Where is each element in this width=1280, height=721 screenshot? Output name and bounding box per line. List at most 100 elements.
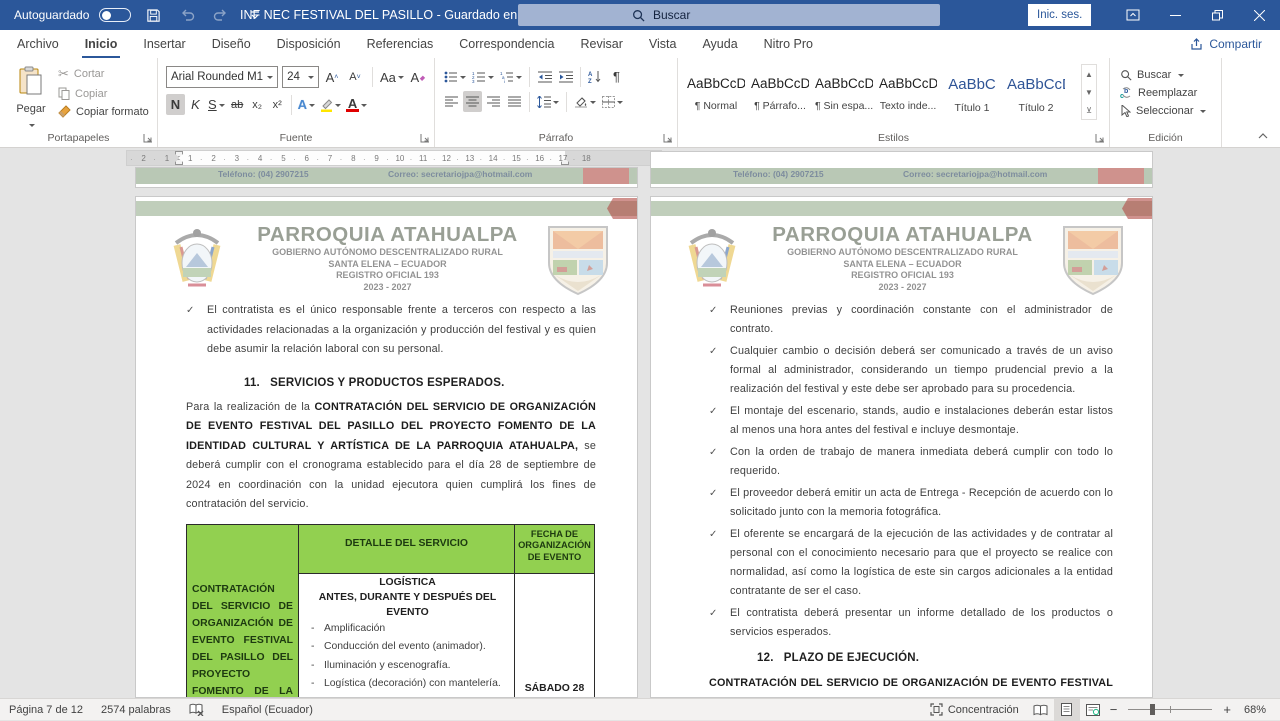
redo-button[interactable] xyxy=(209,3,233,27)
align-right-button[interactable] xyxy=(484,91,503,112)
ruler-mark: 2 xyxy=(132,154,155,163)
subscript-button[interactable]: x₂ xyxy=(248,94,267,115)
style-card[interactable]: AaBbCcDt Texto inde... xyxy=(878,67,938,123)
multilevel-list-button[interactable]: 1ai xyxy=(498,66,524,87)
search-placeholder: Buscar xyxy=(653,8,690,22)
bold-button[interactable]: N xyxy=(166,94,185,115)
close-button[interactable] xyxy=(1238,0,1280,30)
ribbon-tab[interactable]: Referencias xyxy=(354,30,447,58)
ribbon-tab[interactable]: Inicio xyxy=(72,30,131,58)
page-indicator[interactable]: Página 7 de 12 xyxy=(0,699,92,721)
cut-button[interactable]: ✂ Cortar xyxy=(58,66,149,82)
change-case-button[interactable]: Aa xyxy=(379,67,404,88)
styles-scroll-up-button[interactable]: ▲ xyxy=(1082,65,1096,83)
styles-dialog-launcher[interactable] xyxy=(1095,133,1105,143)
check-bullet-icon: ✓ xyxy=(709,484,730,522)
search-box[interactable]: Buscar xyxy=(518,4,940,26)
paste-button[interactable]: Pegar xyxy=(10,66,52,124)
style-card[interactable]: AaBbCcD Título 2 xyxy=(1006,67,1066,123)
save-button[interactable] xyxy=(141,3,165,27)
replace-button[interactable]: bc Reemplazar xyxy=(1120,87,1221,99)
show-formatting-marks-button[interactable]: ¶ xyxy=(607,66,626,87)
clipboard-dialog-launcher[interactable] xyxy=(143,133,153,143)
paragraph-dialog-launcher[interactable] xyxy=(663,133,673,143)
table-cell-detail: LOGÍSTICA ANTES, DURANTE Y DESPUÉS DEL E… xyxy=(299,573,515,698)
italic-button[interactable]: K xyxy=(186,94,205,115)
sort-button[interactable]: AZ xyxy=(586,66,605,87)
bullet-list-button[interactable] xyxy=(442,66,468,87)
zoom-in-button[interactable]: + xyxy=(1219,702,1235,717)
align-center-button[interactable] xyxy=(463,91,482,112)
ribbon-display-options-button[interactable] xyxy=(1112,0,1154,30)
shading-button[interactable] xyxy=(572,91,598,112)
zoom-out-button[interactable]: − xyxy=(1106,702,1122,717)
shrink-font-button[interactable]: A˅ xyxy=(346,67,365,88)
autosave-toggle[interactable] xyxy=(99,8,131,22)
table-header-fecha: FECHA DE ORGANIZACIÓN DE EVENTO xyxy=(515,524,595,573)
select-button[interactable]: Seleccionar xyxy=(1120,105,1221,117)
font-size-combobox[interactable]: 24 xyxy=(282,66,318,88)
ribbon-tab[interactable]: Revisar xyxy=(567,30,635,58)
undo-button[interactable] xyxy=(175,3,199,27)
ribbon-tab[interactable]: Disposición xyxy=(264,30,354,58)
styles-scroll-down-button[interactable]: ▼ xyxy=(1082,83,1096,101)
font-family-combobox[interactable]: Arial Rounded M1 xyxy=(166,66,278,88)
style-card[interactable]: AaBbC Título 1 xyxy=(942,67,1002,123)
language-indicator[interactable]: Español (Ecuador) xyxy=(213,699,322,721)
copy-button[interactable]: Copiar xyxy=(58,87,149,100)
clear-formatting-button[interactable]: A xyxy=(408,67,428,88)
underline-button[interactable]: S xyxy=(206,94,227,115)
font-dialog-launcher[interactable] xyxy=(420,133,430,143)
zoom-slider-thumb[interactable] xyxy=(1150,704,1155,715)
replace-icon: bc xyxy=(1120,87,1133,99)
page-header: PARROQUIA ATAHUALPA GOBIERNO AUTÓNOMO DE… xyxy=(164,223,611,299)
ribbon-tab[interactable]: Diseño xyxy=(199,30,264,58)
line-spacing-button[interactable] xyxy=(535,91,561,112)
share-button[interactable]: Compartir xyxy=(1190,33,1262,55)
sign-in-button[interactable]: Inic. ses. xyxy=(1028,4,1091,26)
minimize-button[interactable] xyxy=(1154,0,1196,30)
decrease-indent-button[interactable] xyxy=(535,66,554,87)
focus-mode-button[interactable]: Concentración xyxy=(921,699,1028,721)
page-body[interactable]: ✓ Reuniones previas y coordinación const… xyxy=(709,301,1113,698)
font-color-button[interactable]: A xyxy=(344,94,369,115)
align-left-button[interactable] xyxy=(442,91,461,112)
word-count[interactable]: 2574 palabras xyxy=(92,699,180,721)
org-line3: REGISTRO OFICIAL 193 xyxy=(753,270,1052,282)
styles-gallery-more-button[interactable]: ⊻ xyxy=(1082,101,1096,119)
ribbon-tab[interactable]: Ayuda xyxy=(689,30,750,58)
style-card[interactable]: AaBbCcDc ¶ Normal xyxy=(686,67,746,123)
text-effects-button[interactable]: A xyxy=(296,94,317,115)
format-painter-button[interactable]: Copiar formato xyxy=(58,105,149,118)
superscript-button[interactable]: x² xyxy=(268,94,287,115)
zoom-slider[interactable] xyxy=(1128,709,1212,710)
text-effects-dropdown-icon xyxy=(309,104,315,110)
ribbon-tab[interactable]: Nitro Pro xyxy=(751,30,826,58)
web-layout-button[interactable] xyxy=(1080,699,1106,721)
increase-indent-button[interactable] xyxy=(556,66,575,87)
read-mode-button[interactable] xyxy=(1028,699,1054,721)
ribbon-tab[interactable]: Archivo xyxy=(4,30,72,58)
proofing-status[interactable] xyxy=(180,699,213,721)
find-button[interactable]: Buscar xyxy=(1120,69,1221,81)
ribbon-tab[interactable]: Correspondencia xyxy=(446,30,567,58)
document-page-left[interactable]: PARROQUIA ATAHUALPA GOBIERNO AUTÓNOMO DE… xyxy=(135,196,638,698)
document-page-right[interactable]: PARROQUIA ATAHUALPA GOBIERNO AUTÓNOMO DE… xyxy=(650,196,1153,698)
numbered-list-button[interactable]: 123 xyxy=(470,66,496,87)
ribbon-tab[interactable]: Vista xyxy=(636,30,690,58)
horizontal-ruler[interactable]: 21123456789101112131415161718 xyxy=(126,150,662,166)
ribbon-tab[interactable]: Insertar xyxy=(130,30,198,58)
grow-font-button[interactable]: A˄ xyxy=(323,67,342,88)
page-body[interactable]: ✓ El contratista es el único responsable… xyxy=(186,301,596,698)
zoom-level[interactable]: 68% xyxy=(1235,699,1280,721)
collapse-ribbon-button[interactable] xyxy=(1254,129,1272,143)
justify-button[interactable] xyxy=(505,91,524,112)
strikethrough-button[interactable]: ab xyxy=(228,94,247,115)
print-layout-button[interactable] xyxy=(1054,699,1080,721)
web-layout-icon xyxy=(1086,704,1100,716)
borders-button[interactable] xyxy=(600,91,625,112)
style-card[interactable]: AaBbCcDc ¶ Sin espa... xyxy=(814,67,874,123)
restore-button[interactable] xyxy=(1196,0,1238,30)
style-card[interactable]: AaBbCcDc ¶ Párrafo... xyxy=(750,67,810,123)
highlight-button[interactable] xyxy=(318,94,343,115)
